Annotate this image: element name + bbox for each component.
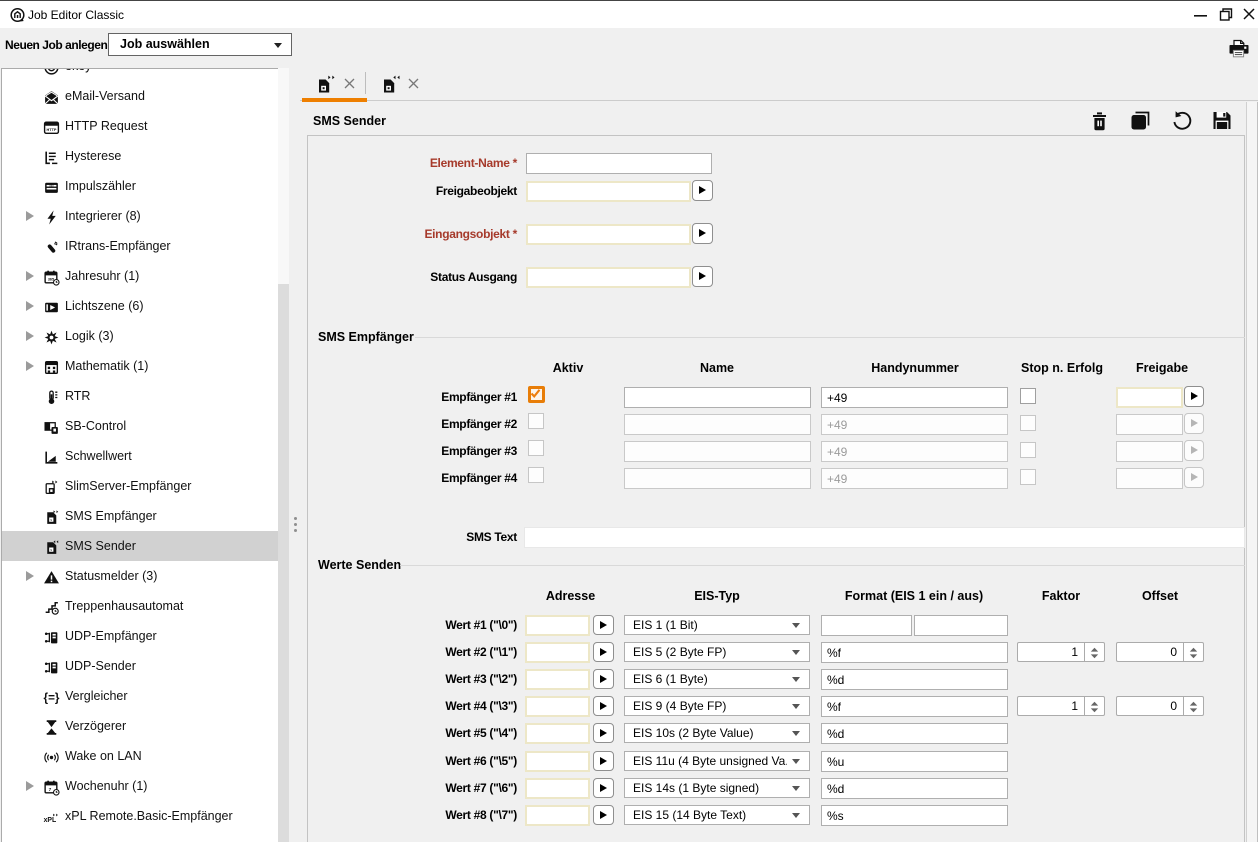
svg-text:s: s	[50, 518, 52, 522]
svg-text:7: 7	[49, 787, 52, 793]
svg-text:365: 365	[48, 278, 54, 282]
svg-text:{=}: {=}	[44, 692, 60, 705]
svg-text:HTTP: HTTP	[47, 128, 57, 132]
svg-text:xPL: xPL	[44, 817, 57, 824]
svg-text:888: 888	[49, 184, 54, 188]
svg-text:s: s	[50, 548, 52, 552]
